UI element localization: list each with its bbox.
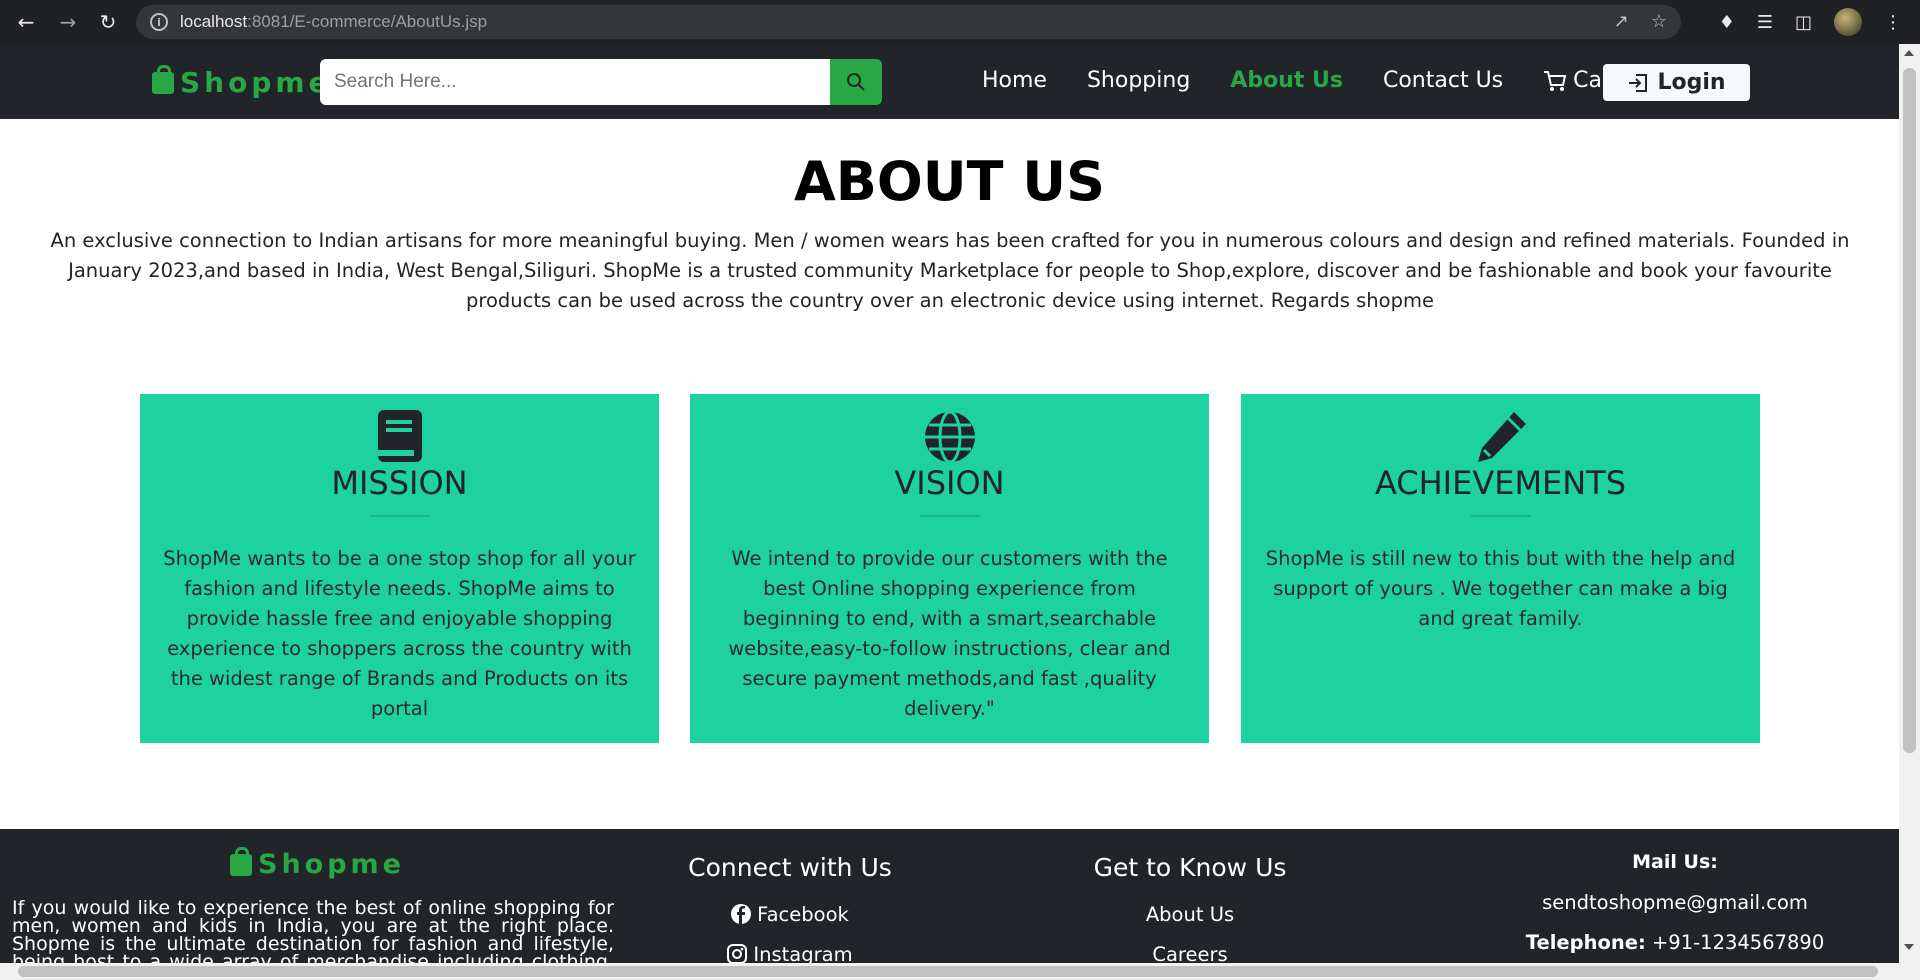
search-input[interactable]	[320, 59, 830, 105]
footer-connect: Connect with Us Facebook Instagram	[680, 853, 900, 963]
forward-arrow-icon[interactable]: →	[50, 4, 86, 40]
vertical-scrollbar[interactable]	[1899, 44, 1920, 980]
scrollbar-thumb[interactable]	[1903, 68, 1916, 753]
card-divider	[369, 515, 430, 517]
instagram-label: Instagram	[753, 942, 853, 964]
card-divider	[1470, 515, 1531, 517]
nav-contact-us[interactable]: Contact Us	[1383, 68, 1503, 93]
address-bar[interactable]: i localhost:8081/E-commerce/AboutUs.jsp …	[136, 5, 1681, 39]
telephone-label: Telephone:	[1525, 931, 1646, 954]
about-description: An exclusive connection to Indian artisa…	[50, 229, 1850, 312]
shopping-bag-icon	[152, 64, 174, 94]
horizontal-scrollbar[interactable]	[0, 963, 1899, 980]
footer-know-us: Get to Know Us About Us Careers	[1080, 853, 1300, 963]
url-path: :8081/E-commerce/AboutUs.jsp	[247, 12, 488, 31]
card-text: We intend to provide our customers with …	[728, 547, 1171, 720]
reload-icon[interactable]: ↻	[90, 4, 126, 40]
scroll-up-arrow-icon[interactable]	[1904, 50, 1914, 56]
mission-card: MISSION ShopMe wants to be a one stop sh…	[140, 394, 659, 743]
search-icon	[847, 73, 865, 91]
site-footer: Shopme If you would like to experience t…	[0, 829, 1899, 963]
search-button[interactable]	[830, 59, 882, 105]
pencil-icon	[1477, 412, 1526, 462]
bookmark-star-icon[interactable]: ☆	[1651, 11, 1667, 32]
page-title: ABOUT US	[793, 150, 1106, 213]
brand-name: Shopme	[180, 66, 332, 99]
footer-about-text: If you would like to experience the best…	[12, 897, 614, 964]
nav-shopping[interactable]: Shopping	[1087, 68, 1190, 93]
shopping-bag-icon	[230, 846, 252, 876]
telephone-row: Telephone: +91-1234567890	[1520, 931, 1830, 954]
profile-avatar[interactable]	[1834, 8, 1862, 36]
horizontal-scrollbar-thumb[interactable]	[18, 966, 1878, 977]
extensions-puzzle-icon[interactable]: ♦	[1719, 12, 1735, 33]
cart-icon	[1544, 70, 1567, 91]
browser-toolbar: ← → ↻ i localhost:8081/E-commerce/AboutU…	[0, 0, 1920, 44]
facebook-label: Facebook	[757, 902, 849, 926]
side-panel-icon[interactable]: ◫	[1795, 12, 1812, 33]
instagram-icon	[727, 944, 748, 963]
mail-heading: Mail Us:	[1632, 851, 1718, 873]
telephone-value: +91-1234567890	[1651, 931, 1825, 954]
login-label: Login	[1657, 70, 1726, 95]
share-icon[interactable]: ↗	[1614, 11, 1629, 32]
login-button[interactable]: Login	[1603, 64, 1750, 101]
footer-know-title: Get to Know Us	[1093, 853, 1287, 882]
nav-about-us[interactable]: About Us	[1230, 68, 1343, 93]
footer-link-about-us[interactable]: About Us	[1080, 894, 1300, 934]
card-title: MISSION	[331, 464, 468, 502]
vision-card: VISION We intend to provide our customer…	[690, 394, 1209, 743]
nav-home[interactable]: Home	[982, 68, 1047, 93]
back-arrow-icon[interactable]: ←	[8, 4, 44, 40]
book-icon	[377, 410, 422, 462]
login-icon	[1629, 73, 1648, 92]
instagram-link[interactable]: Instagram	[680, 934, 900, 963]
browser-menu-icon[interactable]: ⋮	[1884, 12, 1902, 33]
card-text: ShopMe is still new to this but with the…	[1265, 547, 1736, 630]
search-form	[320, 59, 882, 105]
site-info-icon[interactable]: i	[150, 13, 168, 31]
card-title: VISION	[894, 464, 1005, 502]
brand-logo[interactable]: Shopme	[152, 64, 332, 99]
nav-links: Home Shopping About Us Contact Us Cart	[982, 68, 1650, 93]
card-divider	[919, 515, 980, 517]
card-title: ACHIEVEMENTS	[1374, 464, 1627, 502]
url-host: localhost	[180, 12, 248, 31]
globe-icon	[924, 410, 975, 464]
footer-contact: Mail Us: sendtoshopme@gmail.com Telephon…	[1520, 851, 1830, 963]
footer-brand-name: Shopme	[258, 849, 405, 880]
info-cards: MISSION ShopMe wants to be a one stop sh…	[140, 394, 1760, 743]
footer-connect-title: Connect with Us	[688, 853, 892, 882]
mail-address[interactable]: sendtoshopme@gmail.com	[1520, 891, 1830, 914]
achievements-card: ACHIEVEMENTS ShopMe is still new to this…	[1241, 394, 1760, 743]
footer-brand[interactable]: Shopme	[230, 846, 405, 880]
card-text: ShopMe wants to be a one stop shop for a…	[163, 547, 636, 720]
media-control-icon[interactable]: ☰	[1757, 12, 1773, 33]
site-navbar: Shopme Home Shopping About Us Contact Us…	[0, 44, 1899, 119]
facebook-link[interactable]: Facebook	[680, 894, 900, 934]
facebook-icon	[731, 904, 752, 924]
scroll-down-arrow-icon[interactable]	[1904, 944, 1914, 950]
url-text[interactable]: localhost:8081/E-commerce/AboutUs.jsp	[180, 12, 487, 32]
footer-link-careers[interactable]: Careers	[1080, 934, 1300, 964]
